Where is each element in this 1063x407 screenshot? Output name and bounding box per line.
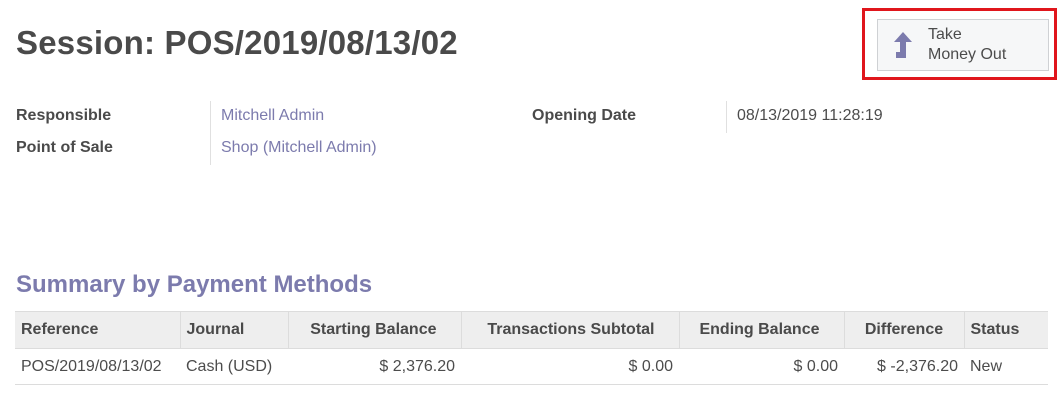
- cell-starting-balance: $ 2,376.20: [288, 348, 461, 385]
- column-header-difference[interactable]: Difference: [844, 311, 965, 349]
- cell-difference: $ -2,376.20: [844, 348, 964, 385]
- column-header-journal[interactable]: Journal: [180, 311, 289, 349]
- responsible-label: Responsible: [16, 107, 112, 124]
- take-money-out-button[interactable]: Take Money Out: [877, 19, 1049, 71]
- column-header-transactions-subtotal[interactable]: Transactions Subtotal: [461, 311, 680, 349]
- cell-ending-balance: $ 0.00: [679, 348, 844, 385]
- column-header-starting-balance[interactable]: Starting Balance: [288, 311, 462, 349]
- arrow-up-icon: [878, 20, 928, 70]
- column-header-status[interactable]: Status: [964, 311, 1048, 349]
- cell-transactions-subtotal: $ 0.00: [461, 348, 679, 385]
- column-header-reference[interactable]: Reference: [15, 311, 181, 349]
- point-of-sale-link[interactable]: Shop (Mitchell Admin): [221, 139, 377, 157]
- table-header-row: Reference Journal Starting Balance Trans…: [15, 311, 1048, 349]
- responsible-link[interactable]: Mitchell Admin: [221, 107, 324, 125]
- payment-summary-table: Reference Journal Starting Balance Trans…: [15, 311, 1048, 385]
- field-separator: [726, 101, 727, 133]
- cell-status: New: [964, 348, 1048, 385]
- opening-date-value: 08/13/2019 11:28:19: [737, 107, 883, 124]
- cell-reference: POS/2019/08/13/02: [15, 348, 180, 385]
- take-money-out-label: Take Money Out: [928, 26, 1007, 63]
- page-title: Session: POS/2019/08/13/02: [16, 24, 458, 61]
- summary-section-title: Summary by Payment Methods: [16, 271, 373, 298]
- opening-date-label: Opening Date: [532, 107, 637, 124]
- field-separator: [210, 101, 211, 165]
- column-header-ending-balance[interactable]: Ending Balance: [679, 311, 845, 349]
- cell-journal: Cash (USD): [180, 348, 288, 385]
- point-of-sale-label: Point of Sale: [16, 139, 113, 156]
- table-row[interactable]: POS/2019/08/13/02 Cash (USD) $ 2,376.20 …: [15, 348, 1048, 385]
